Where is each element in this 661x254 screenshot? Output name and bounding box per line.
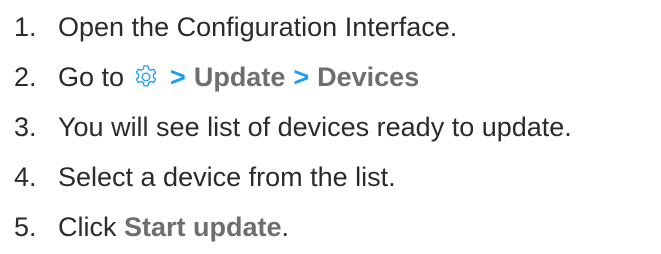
step-number: 2. — [14, 61, 37, 92]
step-text: Go to > Update > Devices — [58, 63, 419, 91]
step-5: 5. Click Start update. — [14, 202, 572, 252]
step-number: 1. — [14, 11, 37, 42]
step-number: 3. — [14, 111, 37, 142]
step-suffix: . — [281, 211, 290, 242]
step-prefix: Click — [58, 211, 117, 242]
breadcrumb-separator: > — [170, 61, 186, 92]
step-2: 2. Go to > Update > Devices — [14, 52, 572, 102]
step-number: 5. — [14, 211, 37, 242]
path-devices: Devices — [317, 61, 420, 92]
step-prefix: Go to — [58, 61, 125, 92]
start-update-label: Start update — [124, 211, 282, 242]
step-number: 4. — [14, 161, 37, 192]
step-3: 3. You will see list of devices ready to… — [14, 102, 572, 152]
breadcrumb-separator: > — [293, 61, 310, 92]
step-text: Open the Configuration Interface. — [58, 11, 458, 42]
path-update: Update — [193, 61, 286, 92]
gear-icon — [132, 63, 160, 91]
step-1: 1. Open the Configuration Interface. — [14, 2, 572, 52]
instruction-steps-list: 1. Open the Configuration Interface. 2. … — [14, 0, 572, 252]
step-text: Select a device from the list. — [58, 161, 396, 192]
step-text: You will see list of devices ready to up… — [58, 111, 572, 142]
step-4: 4. Select a device from the list. — [14, 152, 572, 202]
step-text: Click Start update. — [58, 211, 290, 242]
